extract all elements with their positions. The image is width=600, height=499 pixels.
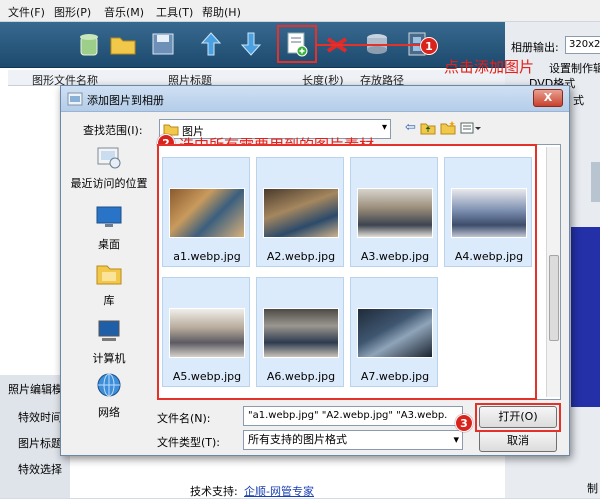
scrollbar[interactable] bbox=[546, 147, 560, 397]
settings-label: 设置制作辑 bbox=[549, 62, 600, 75]
library-icon bbox=[96, 265, 122, 285]
menu-help[interactable]: 帮助(H) bbox=[202, 4, 241, 20]
photo-edit-label: 照片编辑模 bbox=[8, 383, 63, 396]
side-widget bbox=[591, 162, 600, 202]
arrow-up-icon[interactable] bbox=[196, 29, 226, 59]
dialog-title: 添加图片到相册 bbox=[87, 94, 164, 107]
filename-input[interactable]: "a1.webp.jpg" "A2.webp.jpg" "A3.webp. bbox=[243, 406, 463, 426]
add-picture-dialog: 添加图片到相册 X 查找范围(I): 图片 ▾ ⇦ 2 选中所有需要用到的图片素… bbox=[60, 85, 570, 456]
place-desktop[interactable]: 桌面 bbox=[69, 204, 149, 252]
place-network[interactable]: 网络 bbox=[69, 372, 149, 420]
chevron-down-icon: ▾ bbox=[453, 433, 459, 446]
step3-badge: 3 bbox=[455, 414, 473, 432]
lookin-label: 查找范围(I): bbox=[83, 124, 143, 137]
dialog-title-bar[interactable]: 添加图片到相册 X bbox=[61, 86, 569, 112]
support-label: 技术支持: bbox=[190, 485, 238, 498]
menu-file[interactable]: 文件(F) bbox=[8, 4, 45, 20]
open-highlight bbox=[475, 403, 561, 432]
preview-area bbox=[571, 227, 600, 407]
place-library-label: 库 bbox=[103, 294, 115, 307]
scrollbar-thumb[interactable] bbox=[549, 255, 559, 341]
effect-select-label: 特效选择 bbox=[18, 463, 62, 476]
chevron-down-icon: ▾ bbox=[381, 122, 387, 133]
recent-places-icon bbox=[97, 147, 121, 169]
place-recent[interactable]: 最近访问的位置 bbox=[69, 144, 149, 191]
places-bar: 最近访问的位置 桌面 库 计算机 网络 bbox=[69, 144, 149, 424]
back-arrow-icon[interactable]: ⇦ bbox=[405, 120, 416, 138]
album-output-label: 相册输出: bbox=[511, 41, 559, 54]
new-folder-icon[interactable] bbox=[440, 120, 456, 136]
up-folder-icon[interactable] bbox=[420, 120, 436, 136]
add-picture-highlight bbox=[277, 25, 317, 63]
filetype-label: 文件类型(T): bbox=[157, 436, 221, 449]
cancel-button[interactable]: 取消 bbox=[479, 430, 557, 452]
place-desktop-label: 桌面 bbox=[98, 238, 120, 251]
place-computer-label: 计算机 bbox=[92, 352, 126, 365]
computer-icon bbox=[98, 320, 120, 341]
step1-text: 点击添加图片 bbox=[444, 58, 535, 76]
dialog-app-icon bbox=[67, 92, 83, 106]
filetype-select[interactable]: 所有支持的图片格式 ▾ bbox=[243, 430, 463, 450]
support-link[interactable]: 企顺-网管专家 bbox=[244, 483, 314, 499]
network-icon bbox=[97, 373, 121, 397]
dialog-nav-tools: ⇦ bbox=[405, 120, 485, 138]
file-selection-highlight bbox=[157, 144, 537, 400]
close-button[interactable]: X bbox=[533, 89, 563, 107]
output-size-select[interactable]: 320x24 bbox=[565, 36, 600, 54]
menu-music[interactable]: 音乐(M) bbox=[104, 4, 144, 20]
menu-tools[interactable]: 工具(T) bbox=[156, 4, 193, 20]
place-library[interactable]: 库 bbox=[69, 260, 149, 308]
arrow-down-icon[interactable] bbox=[236, 29, 266, 59]
desktop-icon bbox=[96, 206, 122, 227]
place-recent-label: 最近访问的位置 bbox=[70, 177, 148, 190]
annotation-line bbox=[317, 44, 421, 46]
view-menu-icon[interactable] bbox=[460, 120, 482, 136]
bottom-edge-label: 制 bbox=[587, 482, 598, 495]
filetype-value: 所有支持的图片格式 bbox=[248, 433, 347, 446]
effect-time-label: 特效时间 bbox=[18, 411, 62, 424]
place-computer[interactable]: 计算机 bbox=[69, 318, 149, 366]
menu-graphics[interactable]: 图形(P) bbox=[54, 4, 91, 20]
photo-title-label: 图片标题 bbox=[18, 437, 62, 450]
place-network-label: 网络 bbox=[98, 406, 120, 419]
filename-label: 文件名(N): bbox=[157, 412, 211, 425]
save-icon[interactable] bbox=[148, 29, 178, 59]
step1-badge: 1 bbox=[420, 37, 438, 55]
recycle-bin-icon[interactable] bbox=[74, 29, 104, 59]
menu-bar: 文件(F) 图形(P) 音乐(M) 工具(T) 帮助(H) bbox=[0, 0, 600, 22]
format-edge-label: 式 bbox=[573, 94, 584, 107]
open-folder-icon[interactable] bbox=[108, 29, 138, 59]
